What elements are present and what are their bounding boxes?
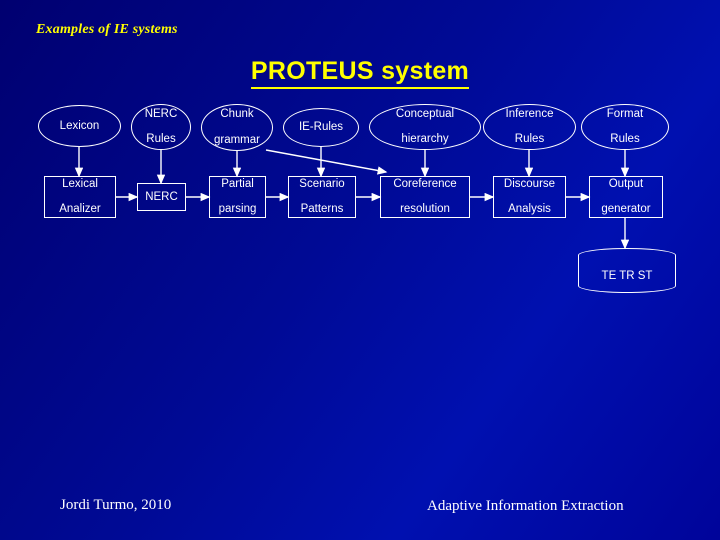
node-label-line1: Format	[606, 107, 644, 120]
diagram-node-lexicon[interactable]: Lexicon	[38, 105, 121, 147]
node-label-line1: Discourse	[503, 177, 556, 190]
diagram-node-format-rules[interactable]: Format Rules	[581, 104, 669, 150]
node-label-line2: resolution	[400, 203, 450, 216]
diagram-node-chunk-grammar[interactable]: Chunk grammar	[201, 104, 273, 151]
node-label: Lexical Analizer	[47, 178, 113, 217]
diagram-node-partial-parsing[interactable]: Partial parsing	[209, 176, 266, 218]
node-label: Lexicon	[59, 119, 100, 132]
diagram-node-inference-rules[interactable]: Inference Rules	[483, 104, 576, 150]
node-label-line2: Rules	[514, 133, 545, 146]
node-label: Inference Rules	[486, 108, 573, 147]
node-label: Chunk grammar	[204, 108, 270, 147]
node-label-line2: parsing	[218, 203, 257, 216]
node-label-line2: Patterns	[300, 203, 344, 216]
node-label: Output generator	[592, 178, 660, 217]
node-label-line2: Analysis	[508, 203, 551, 216]
diagram-node-nerc-rules[interactable]: NERC Rules	[131, 104, 191, 150]
node-label: Conceptual hierarchy	[372, 108, 478, 147]
node-label: NERC Rules	[134, 108, 188, 147]
node-label-line1: Output	[608, 177, 644, 190]
diagram-node-te-tr-st-store[interactable]: TE TR ST	[578, 248, 676, 293]
proteus-pipeline-diagram: Lexicon NERC Rules Chunk grammar IE-Rule…	[0, 0, 720, 540]
node-label: Format Rules	[584, 108, 666, 147]
node-label-line2: grammar	[213, 133, 260, 146]
node-label-line1: Conceptual	[395, 107, 455, 120]
node-label-line1: Scenario	[299, 177, 345, 190]
footer-author: Jordi Turmo, 2010	[60, 497, 172, 513]
node-label: TE TR ST	[601, 270, 653, 283]
node-label-line2: Rules	[146, 133, 176, 146]
node-label-line1: Chunk	[220, 108, 254, 121]
diagram-node-scenario-patterns[interactable]: Scenario Patterns	[288, 176, 356, 218]
node-label-line2: generator	[601, 203, 651, 216]
slide: Examples of IE systems PROTEUS system Le…	[0, 0, 720, 540]
diagram-node-discourse-analysis[interactable]: Discourse Analysis	[493, 176, 566, 218]
footer-course: Adaptive Information Extraction	[427, 498, 624, 514]
diagram-node-nerc[interactable]: NERC	[137, 183, 186, 211]
node-label-line1: NERC	[144, 107, 178, 120]
diagram-node-lexical-analizer[interactable]: Lexical Analizer	[44, 176, 116, 218]
node-label: Coreference resolution	[383, 178, 467, 217]
node-label: Discourse Analysis	[496, 178, 563, 217]
node-label-line2: Rules	[610, 133, 640, 146]
node-label-line1: Inference	[505, 107, 554, 120]
node-label: IE-Rules	[298, 121, 344, 134]
diagram-node-output-generator[interactable]: Output generator	[589, 176, 663, 218]
node-label-line2: hierarchy	[401, 133, 449, 146]
diagram-node-conceptual-hierarchy[interactable]: Conceptual hierarchy	[369, 104, 481, 150]
node-label: Partial parsing	[212, 178, 263, 217]
node-label: NERC	[145, 190, 178, 203]
node-label-line1: Lexical	[62, 177, 98, 190]
node-label-line1: Partial	[221, 177, 254, 190]
diagram-node-coreference-resolution[interactable]: Coreference resolution	[380, 176, 470, 218]
node-label-line1: Coreference	[393, 177, 457, 190]
node-label: Scenario Patterns	[291, 178, 353, 217]
diagram-node-ie-rules[interactable]: IE-Rules	[283, 108, 359, 147]
node-label-line2: Analizer	[59, 203, 101, 216]
